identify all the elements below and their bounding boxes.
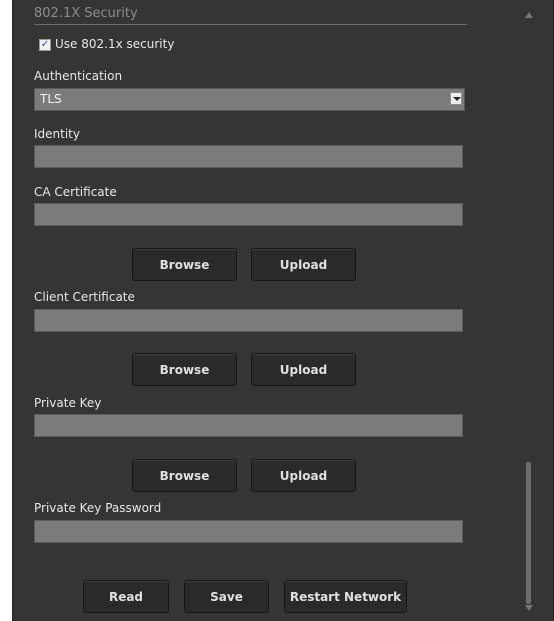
- client-upload-button[interactable]: Upload: [251, 353, 356, 386]
- authentication-value: TLS: [40, 92, 62, 106]
- ca-browse-button[interactable]: Browse: [132, 248, 237, 281]
- scroll-up-arrow-icon[interactable]: [525, 12, 533, 18]
- scrollbar-thumb[interactable]: [526, 462, 531, 604]
- chevron-down-icon[interactable]: [450, 92, 462, 105]
- key-browse-button[interactable]: Browse: [132, 459, 237, 492]
- use-8021x-label[interactable]: Use 802.1x security: [55, 37, 174, 51]
- restart-network-button[interactable]: Restart Network: [284, 580, 407, 613]
- key-upload-button[interactable]: Upload: [251, 459, 356, 492]
- read-button[interactable]: Read: [83, 580, 169, 613]
- private-key-password-input[interactable]: [34, 520, 463, 543]
- scroll-down-arrow-icon[interactable]: [525, 605, 533, 611]
- client-browse-button[interactable]: Browse: [132, 353, 237, 386]
- identity-label: Identity: [34, 127, 80, 141]
- authentication-select[interactable]: TLS: [34, 88, 465, 111]
- identity-input[interactable]: [34, 145, 463, 168]
- use-8021x-checkbox[interactable]: ✓: [39, 39, 51, 51]
- ca-certificate-label: CA Certificate: [34, 185, 117, 199]
- client-certificate-input[interactable]: [34, 309, 463, 332]
- ca-certificate-input[interactable]: [34, 203, 463, 226]
- authentication-label: Authentication: [34, 69, 123, 83]
- ca-upload-button[interactable]: Upload: [251, 248, 356, 281]
- section-title: 802.1X Security: [34, 6, 467, 25]
- save-button[interactable]: Save: [184, 580, 269, 613]
- private-key-password-label: Private Key Password: [34, 501, 162, 515]
- vertical-scrollbar[interactable]: [522, 0, 536, 621]
- private-key-input[interactable]: [34, 414, 463, 437]
- network-settings-panel: 802.1X Security ✓ Use 802.1x security Au…: [12, 0, 554, 621]
- private-key-label: Private Key: [34, 396, 102, 410]
- client-certificate-label: Client Certificate: [34, 290, 135, 304]
